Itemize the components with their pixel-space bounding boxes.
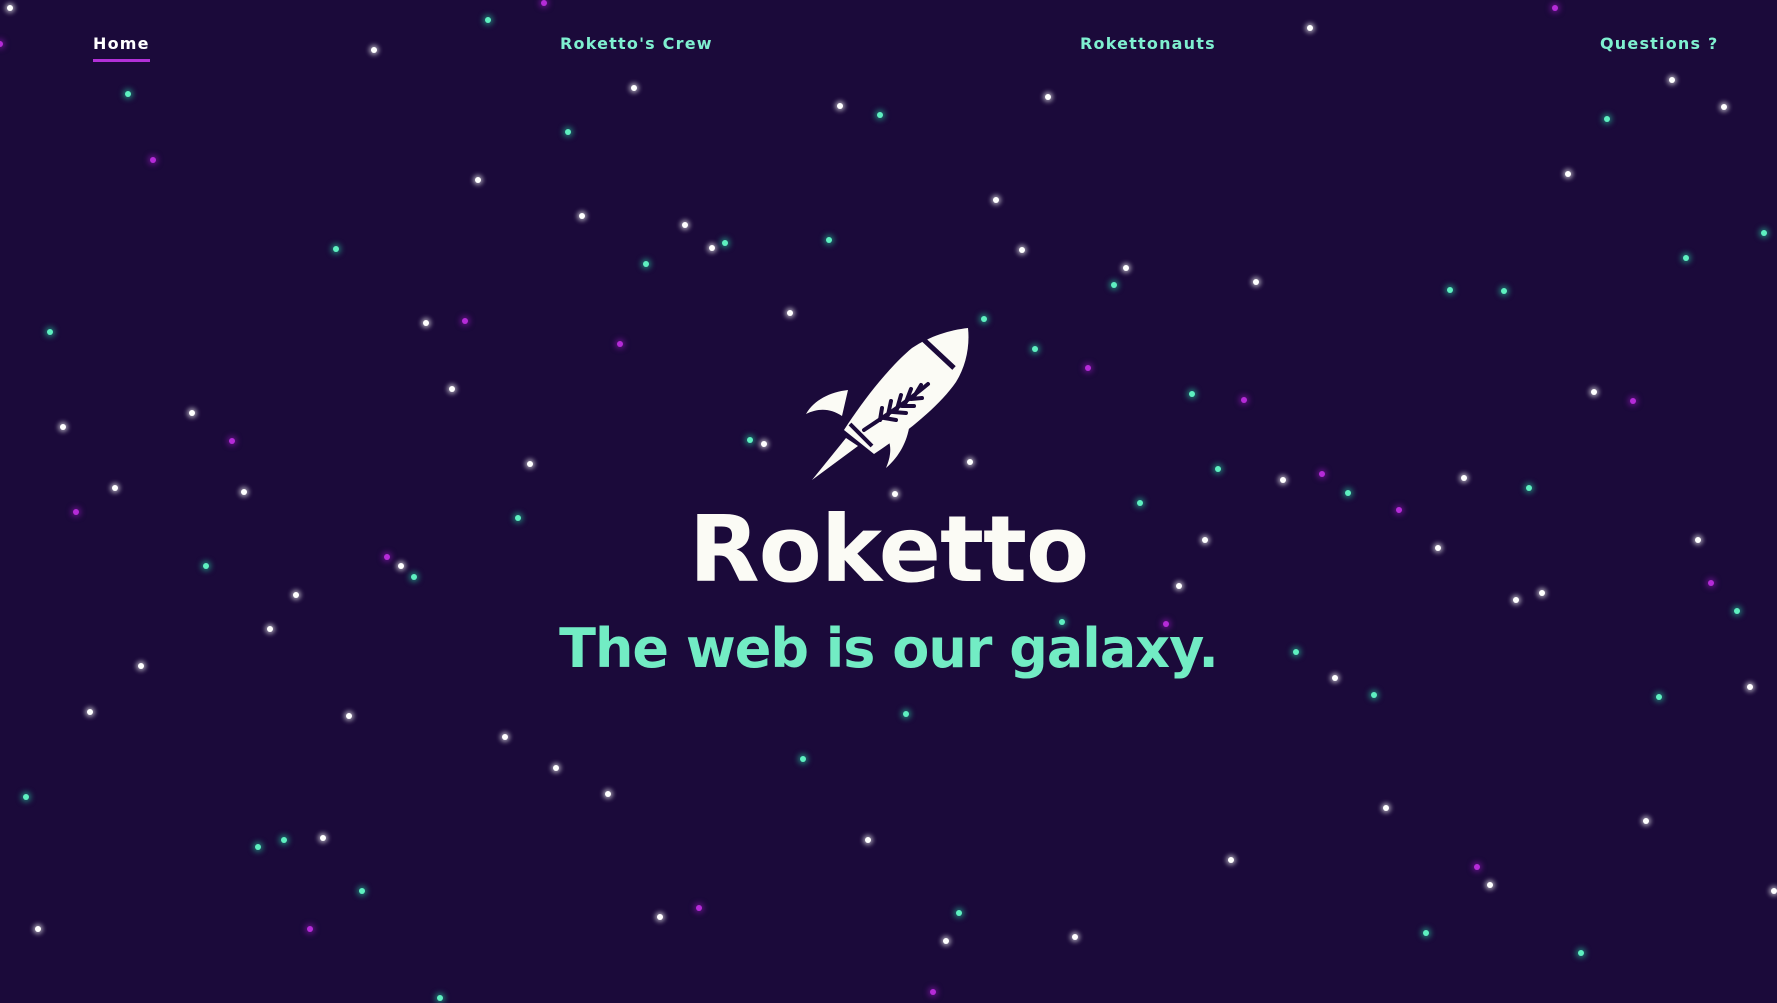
star-decoration xyxy=(1447,287,1453,293)
star-decoration xyxy=(903,711,909,717)
star-decoration xyxy=(1683,255,1689,261)
star-decoration xyxy=(1656,694,1662,700)
star-decoration xyxy=(1319,471,1325,477)
star-decoration xyxy=(1241,397,1247,403)
star-decoration xyxy=(7,5,13,11)
star-decoration xyxy=(1123,265,1129,271)
nav-link-rokettonauts[interactable]: Rokettonauts xyxy=(1080,34,1216,59)
star-decoration xyxy=(1771,888,1777,894)
star-decoration xyxy=(1032,346,1038,352)
star-decoration xyxy=(437,995,443,1001)
star-decoration xyxy=(527,461,533,467)
star-decoration xyxy=(1578,950,1584,956)
star-decoration xyxy=(865,837,871,843)
star-decoration xyxy=(541,0,547,6)
star-decoration xyxy=(1721,104,1727,110)
star-decoration xyxy=(485,17,491,23)
star-decoration xyxy=(709,245,715,251)
star-decoration xyxy=(1526,485,1532,491)
star-decoration xyxy=(826,237,832,243)
star-decoration xyxy=(47,329,53,335)
star-decoration xyxy=(837,103,843,109)
star-decoration xyxy=(1228,857,1234,863)
star-decoration xyxy=(1045,94,1051,100)
top-navigation: Home Roketto's Crew Rokettonauts Questio… xyxy=(0,34,1777,74)
star-decoration xyxy=(930,989,936,995)
star-decoration xyxy=(423,320,429,326)
star-decoration xyxy=(1111,282,1117,288)
star-decoration xyxy=(255,844,261,850)
star-decoration xyxy=(1669,77,1675,83)
star-decoration xyxy=(449,386,455,392)
star-decoration xyxy=(125,91,131,97)
star-decoration xyxy=(565,129,571,135)
star-decoration xyxy=(1604,116,1610,122)
star-decoration xyxy=(643,261,649,267)
star-decoration xyxy=(631,85,637,91)
star-decoration xyxy=(1019,247,1025,253)
star-decoration xyxy=(281,837,287,843)
star-decoration xyxy=(1280,477,1286,483)
star-decoration xyxy=(696,905,702,911)
star-decoration xyxy=(307,926,313,932)
star-decoration xyxy=(1085,365,1091,371)
star-decoration xyxy=(333,246,339,252)
star-decoration xyxy=(682,222,688,228)
star-decoration xyxy=(1487,882,1493,888)
star-decoration xyxy=(346,713,352,719)
star-decoration xyxy=(800,756,806,762)
star-decoration xyxy=(993,197,999,203)
star-decoration xyxy=(502,734,508,740)
star-decoration xyxy=(1761,230,1767,236)
star-decoration xyxy=(1591,389,1597,395)
rocket-icon xyxy=(806,328,969,480)
star-decoration xyxy=(761,441,767,447)
star-decoration xyxy=(657,914,663,920)
star-decoration xyxy=(1747,684,1753,690)
star-decoration xyxy=(1189,391,1195,397)
star-decoration xyxy=(1383,805,1389,811)
brand-title: Roketto xyxy=(688,496,1089,603)
star-decoration xyxy=(1072,934,1078,940)
star-decoration xyxy=(981,316,987,322)
star-decoration xyxy=(150,157,156,163)
star-decoration xyxy=(112,485,118,491)
star-decoration xyxy=(359,888,365,894)
star-decoration xyxy=(229,438,235,444)
star-decoration xyxy=(320,835,326,841)
star-decoration xyxy=(943,938,949,944)
nav-link-home[interactable]: Home xyxy=(93,34,150,62)
star-decoration xyxy=(956,910,962,916)
star-decoration xyxy=(617,341,623,347)
star-decoration xyxy=(1643,818,1649,824)
star-decoration xyxy=(553,765,559,771)
star-decoration xyxy=(787,310,793,316)
star-decoration xyxy=(1474,864,1480,870)
tagline: The web is our galaxy. xyxy=(559,617,1219,680)
star-decoration xyxy=(747,437,753,443)
star-decoration xyxy=(605,791,611,797)
star-decoration xyxy=(1552,5,1558,11)
star-decoration xyxy=(87,709,93,715)
star-decoration xyxy=(1307,25,1313,31)
star-decoration xyxy=(462,318,468,324)
star-decoration xyxy=(722,240,728,246)
star-decoration xyxy=(60,424,66,430)
star-decoration xyxy=(475,177,481,183)
star-decoration xyxy=(1461,475,1467,481)
star-decoration xyxy=(189,410,195,416)
star-decoration xyxy=(1630,398,1636,404)
star-decoration xyxy=(23,794,29,800)
star-decoration xyxy=(1423,930,1429,936)
star-decoration xyxy=(1371,692,1377,698)
nav-link-questions[interactable]: Questions ? xyxy=(1600,34,1718,59)
star-decoration xyxy=(1565,171,1571,177)
nav-link-rokettos-crew[interactable]: Roketto's Crew xyxy=(560,34,713,59)
star-decoration xyxy=(1253,279,1259,285)
star-decoration xyxy=(1215,466,1221,472)
star-decoration xyxy=(35,926,41,932)
star-decoration xyxy=(1501,288,1507,294)
star-decoration xyxy=(877,112,883,118)
star-decoration xyxy=(579,213,585,219)
